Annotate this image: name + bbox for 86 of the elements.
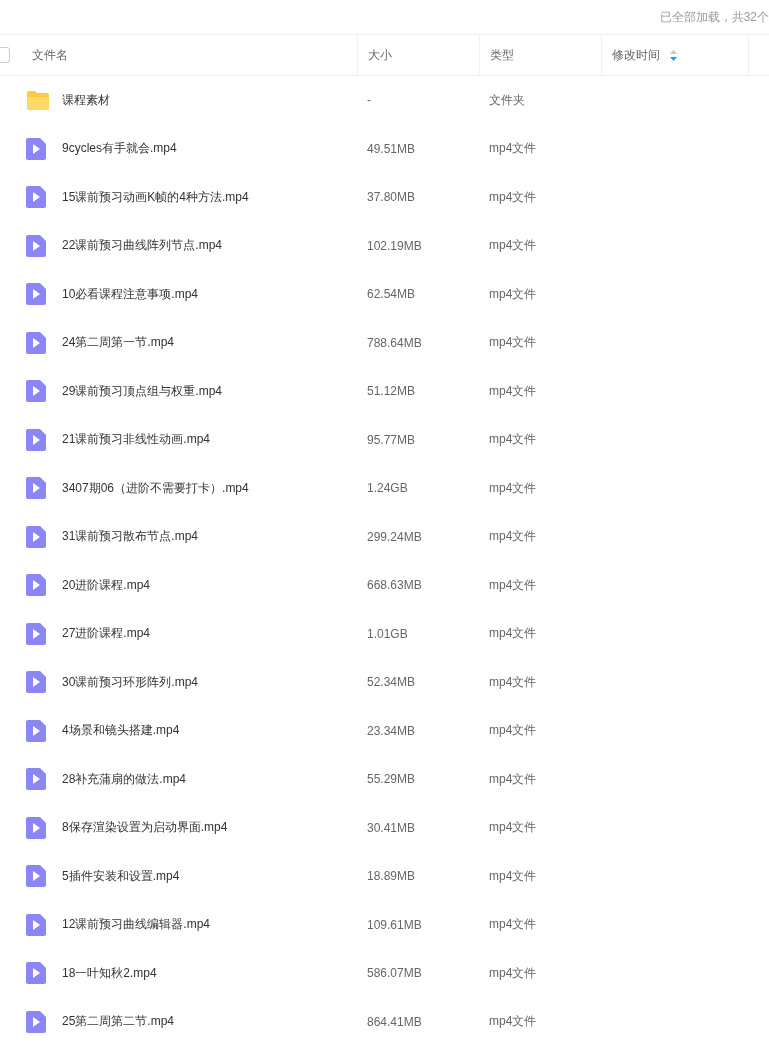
file-name[interactable]: 22课前预习曲线阵列节点.mp4 bbox=[62, 237, 223, 255]
file-size: 586.07MB bbox=[367, 966, 422, 981]
column-header[interactable]: 修改时间 bbox=[612, 46, 660, 64]
file-count-status: 已全部加载，共32个 bbox=[659, 8, 769, 26]
sort-icon[interactable] bbox=[670, 49, 677, 61]
video-file-icon bbox=[26, 574, 46, 597]
video-file-icon bbox=[26, 671, 46, 694]
file-name[interactable]: 24第二周第一节.mp4 bbox=[62, 334, 175, 352]
video-file-icon bbox=[26, 477, 46, 500]
video-file-icon bbox=[26, 186, 46, 209]
file-size: 23.34MB bbox=[367, 723, 416, 738]
file-type: mp4文件 bbox=[489, 964, 537, 982]
video-file-icon bbox=[26, 1010, 46, 1033]
video-file-icon bbox=[26, 865, 46, 888]
file-size: 18.89MB bbox=[367, 869, 416, 884]
video-file-icon bbox=[26, 525, 46, 548]
file-name[interactable]: 18一叶知秋2.mp4 bbox=[62, 964, 157, 982]
video-file-icon bbox=[26, 816, 46, 839]
file-name[interactable]: 课程素材 bbox=[62, 91, 110, 109]
file-size: 668.63MB bbox=[367, 578, 422, 593]
file-type: mp4文件 bbox=[489, 285, 537, 303]
video-file-icon bbox=[26, 768, 46, 791]
file-name[interactable]: 21课前预习非线性动画.mp4 bbox=[62, 431, 211, 449]
file-name[interactable]: 3407期06（进阶不需要打卡）.mp4 bbox=[62, 479, 249, 497]
file-size: 102.19MB bbox=[367, 238, 422, 253]
file-name[interactable]: 30课前预习环形阵列.mp4 bbox=[62, 673, 199, 691]
file-type: mp4文件 bbox=[489, 140, 537, 158]
folder-icon bbox=[26, 89, 50, 112]
file-name[interactable]: 9cycles有手就会.mp4 bbox=[62, 140, 177, 158]
file-name[interactable]: 10必看课程注意事项.mp4 bbox=[62, 285, 199, 303]
file-type: mp4文件 bbox=[489, 334, 537, 352]
file-type: mp4文件 bbox=[489, 625, 537, 643]
file-type: mp4文件 bbox=[489, 1013, 537, 1031]
video-file-icon bbox=[26, 962, 46, 985]
video-file-icon bbox=[26, 913, 46, 936]
file-type: 文件夹 bbox=[489, 91, 525, 109]
column-header[interactable]: 类型 bbox=[490, 46, 514, 64]
file-name[interactable]: 15课前预习动画K帧的4种方法.mp4 bbox=[62, 188, 249, 206]
file-type: mp4文件 bbox=[489, 382, 537, 400]
file-size: - bbox=[367, 93, 371, 108]
file-name[interactable]: 29课前预习顶点组与权重.mp4 bbox=[62, 382, 223, 400]
file-size: 109.61MB bbox=[367, 917, 422, 932]
video-file-icon bbox=[26, 137, 46, 160]
file-size: 299.24MB bbox=[367, 529, 422, 544]
file-type: mp4文件 bbox=[489, 722, 537, 740]
video-file-icon bbox=[26, 380, 46, 403]
file-type: mp4文件 bbox=[489, 431, 537, 449]
column-header[interactable]: 文件名 bbox=[32, 46, 68, 64]
video-file-icon bbox=[26, 428, 46, 451]
video-file-icon bbox=[26, 719, 46, 742]
video-file-icon bbox=[26, 283, 46, 306]
file-type: mp4文件 bbox=[489, 867, 537, 885]
file-size: 62.54MB bbox=[367, 287, 416, 302]
file-size: 788.64MB bbox=[367, 335, 422, 350]
file-type: mp4文件 bbox=[489, 770, 537, 788]
file-type: mp4文件 bbox=[489, 479, 537, 497]
file-name[interactable]: 31课前预习散布节点.mp4 bbox=[62, 528, 199, 546]
file-type: mp4文件 bbox=[489, 188, 537, 206]
file-type: mp4文件 bbox=[489, 237, 537, 255]
video-file-icon bbox=[26, 622, 46, 645]
file-type: mp4文件 bbox=[489, 576, 537, 594]
file-name[interactable]: 25第二周第二节.mp4 bbox=[62, 1013, 175, 1031]
video-file-icon bbox=[26, 331, 46, 354]
file-size: 49.51MB bbox=[367, 141, 416, 156]
file-name[interactable]: 4场景和镜头搭建.mp4 bbox=[62, 722, 180, 740]
video-file-icon bbox=[26, 234, 46, 257]
file-type: mp4文件 bbox=[489, 819, 537, 837]
file-size: 864.41MB bbox=[367, 1014, 422, 1029]
file-name[interactable]: 12课前预习曲线编辑器.mp4 bbox=[62, 916, 211, 934]
column-header[interactable]: 大小 bbox=[368, 46, 392, 64]
file-type: mp4文件 bbox=[489, 916, 537, 934]
file-name[interactable]: 20进阶课程.mp4 bbox=[62, 576, 151, 594]
file-size: 55.29MB bbox=[367, 772, 416, 787]
file-size: 51.12MB bbox=[367, 384, 416, 399]
file-size: 95.77MB bbox=[367, 432, 416, 447]
file-name[interactable]: 5插件安装和设置.mp4 bbox=[62, 867, 180, 885]
file-name[interactable]: 8保存渲染设置为启动界面.mp4 bbox=[62, 819, 228, 837]
file-type: mp4文件 bbox=[489, 528, 537, 546]
file-size: 1.01GB bbox=[367, 626, 408, 641]
file-size: 37.80MB bbox=[367, 190, 416, 205]
file-name[interactable]: 27进阶课程.mp4 bbox=[62, 625, 151, 643]
file-size: 30.41MB bbox=[367, 820, 416, 835]
file-name[interactable]: 28补充蒲扇的做法.mp4 bbox=[62, 770, 187, 788]
file-size: 1.24GB bbox=[367, 481, 408, 496]
file-type: mp4文件 bbox=[489, 673, 537, 691]
file-size: 52.34MB bbox=[367, 675, 416, 690]
